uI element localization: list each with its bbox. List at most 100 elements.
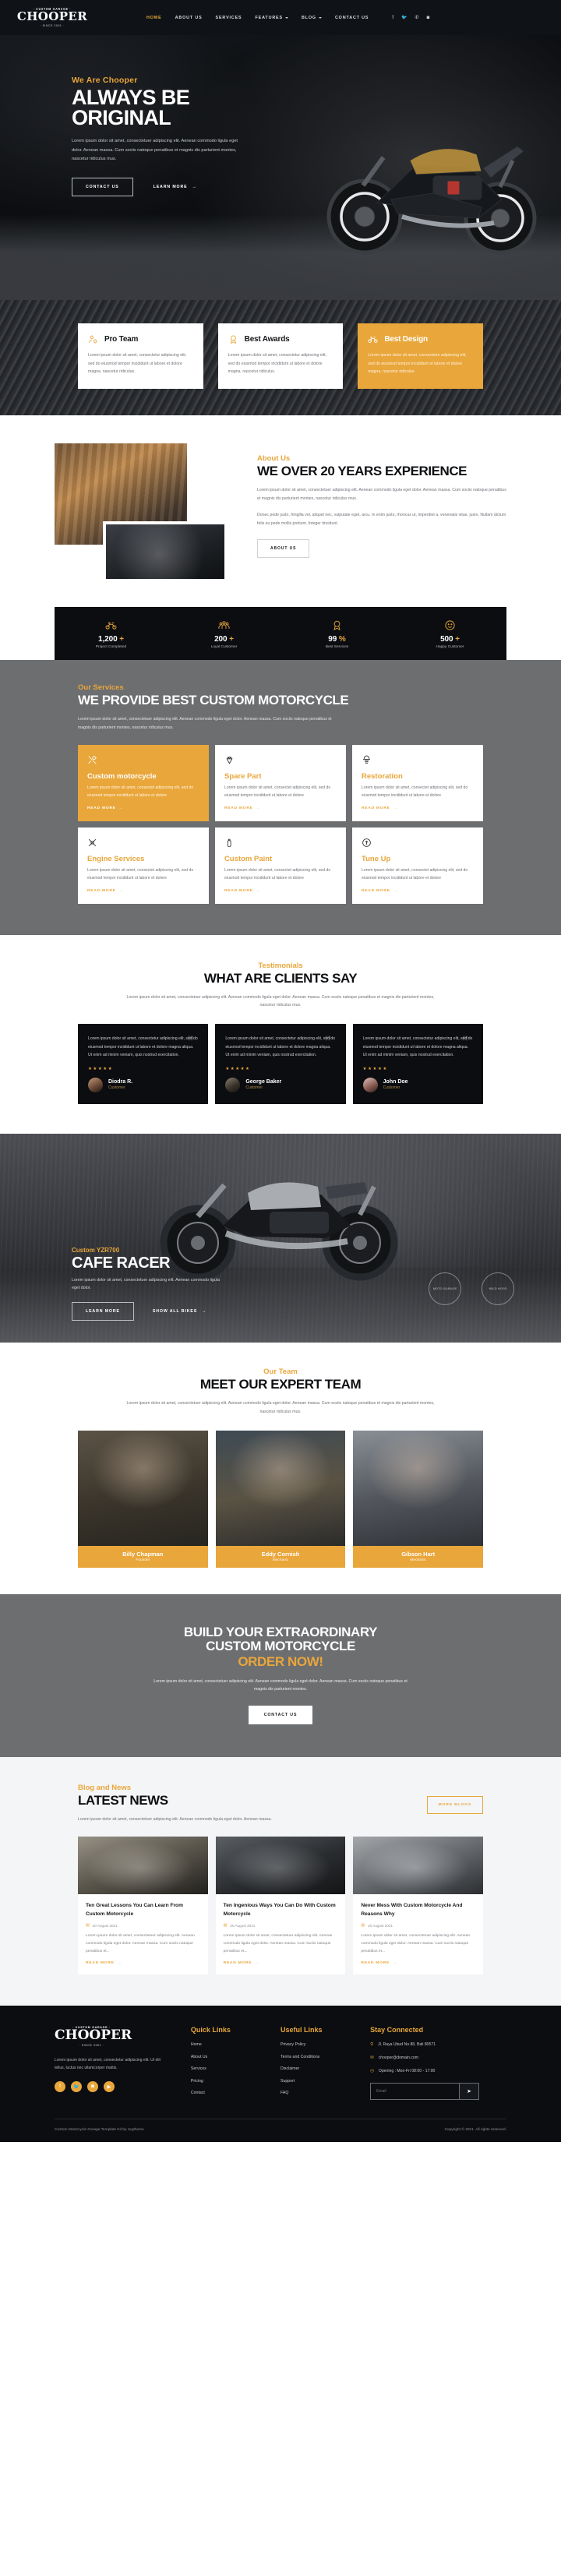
service-card-engine-services[interactable]: Engine Services Lorem ipsum dolor sit am… (78, 827, 209, 904)
service-text: Lorem ipsum dolor sit amet, consectet ad… (362, 785, 468, 798)
about-section: About Us WE OVER 20 YEARS EXPERIENCE Lor… (0, 415, 561, 607)
footer-link-privacy-policy[interactable]: Privacy Policy (280, 2042, 370, 2047)
calendar-icon: ▤ (86, 1923, 90, 1928)
cta-contact-us-button[interactable]: CONTACT US (248, 1705, 313, 1724)
blog-read-more-link[interactable]: READ MORE → (86, 1961, 200, 1965)
team-member-role: Mechanic (272, 1558, 289, 1562)
nav-item-contact-us[interactable]: CONTACT US (335, 16, 369, 20)
blog-post-title: Never Mess With Custom Motorcycle And Re… (361, 1902, 463, 1917)
hero-description: Lorem ipsum dolor sit amet, consectetuer… (72, 139, 238, 162)
nav-item-home[interactable]: HOME (146, 16, 162, 20)
footer-logo[interactable]: · CUSTOM GARAGE · CHOOPER · SINCE 2001 · (55, 2026, 132, 2047)
racer-learn-more-button[interactable]: LEARN MORE (72, 1301, 134, 1321)
twitter-icon[interactable]: 🐦 (401, 16, 407, 20)
footer-link-home[interactable]: Home (191, 2042, 280, 2047)
cta-headline-1: BUILD YOUR EXTRAORDINARY (183, 1624, 378, 1639)
footer-link-contact[interactable]: Contact (191, 2091, 280, 2095)
facebook-icon[interactable]: f (55, 2080, 65, 2092)
service-read-more-link[interactable]: READ MORE → (87, 806, 199, 810)
cta-headline-3: ORDER NOW! (238, 1653, 323, 1669)
hero-contact-us-button[interactable]: CONTACT US (72, 177, 133, 196)
hero-kicker: We Are Chooper (72, 76, 138, 85)
blog-title: LATEST NEWS (78, 1792, 168, 1808)
blog-post-card[interactable]: Ten Ingenious Ways You Can Do With Custo… (215, 1836, 346, 1975)
feature-card-best-awards[interactable]: Best Awards Lorem ipsum dolor sit amet, … (217, 323, 344, 389)
blog-read-more-link[interactable]: READ MORE → (361, 1961, 475, 1965)
nav-item-about-us[interactable]: ABOUT US (175, 16, 203, 20)
racer-show-all-bikes-link[interactable]: SHOW ALL BIKES → (153, 1309, 206, 1314)
read-more-label: READ MORE (223, 1961, 252, 1966)
footer-link-services[interactable]: Services (191, 2066, 280, 2071)
team-member-card[interactable]: Billy Chapman Founder (78, 1430, 208, 1568)
whatsapp-icon[interactable]: ✆ (415, 16, 419, 20)
team-member-card[interactable]: Gibson Hart Mechanic (353, 1430, 484, 1568)
blog-header: Blog and News LATEST NEWS Lorem ipsum do… (78, 1784, 483, 1824)
logo-tagline-bottom: · SINCE 2001 · (40, 23, 65, 27)
service-card-restoration[interactable]: Restoration Lorem ipsum dolor sit amet, … (352, 744, 483, 821)
hero-learn-more-link[interactable]: LEARN MORE → (153, 185, 197, 189)
service-read-more-link[interactable]: READ MORE → (362, 806, 474, 810)
stats-wrapper: 1,200 + Project Completed 200 + Loyal Cu… (0, 606, 561, 660)
arrow-right-icon: → (256, 888, 261, 893)
read-more-label: READ MORE (224, 806, 253, 810)
service-card-custom-paint[interactable]: Custom Paint Lorem ipsum dolor sit amet,… (215, 827, 346, 904)
youtube-icon[interactable]: ▶ (104, 2080, 115, 2092)
footer-link-disclaimer[interactable]: Disclaimer (280, 2066, 370, 2071)
facebook-icon[interactable]: f (392, 16, 393, 20)
blog-post-card[interactable]: Never Mess With Custom Motorcycle And Re… (353, 1836, 484, 1975)
instagram-icon[interactable]: ◙ (427, 16, 430, 20)
feature-card-best-design[interactable]: Best Design Lorem ipsum dolor sit amet, … (358, 323, 484, 389)
service-read-more-link[interactable]: READ MORE → (224, 889, 337, 893)
site-logo[interactable]: · CUSTOM GARAGE · CHOOPER · SINCE 2001 · (17, 8, 87, 27)
footer-link-pricing[interactable]: Pricing (191, 2079, 280, 2084)
blog-post-meta: ▤ 20 August 2021 (224, 1923, 338, 1928)
footer-useful-links-column: Useful Links Privacy Policy Terms and Co… (280, 2026, 370, 2103)
stat-project-completed: 1,200 + Project Completed (55, 619, 168, 649)
rating-stars: ★★★★★ (362, 1066, 388, 1071)
service-read-more-link[interactable]: READ MORE → (362, 889, 474, 893)
footer-email[interactable]: ✉ chooper@domain.com (370, 2056, 506, 2061)
nav-label: CONTACT US (334, 15, 369, 20)
hero-title-line-1: ALWAYS BE (72, 86, 190, 109)
testimonial-text: Lorem ipsum dolor sit amet, consectetur … (362, 1036, 473, 1058)
about-us-button[interactable]: ABOUT US (257, 538, 310, 558)
blog-read-more-link[interactable]: READ MORE → (224, 1961, 338, 1965)
twitter-icon[interactable]: 🐦 (71, 2080, 82, 2092)
motorcycle-icon (368, 337, 378, 343)
cafe-racer-section: Custom YZR700 CAFE RACER Lorem ipsum dol… (0, 1133, 561, 1343)
team-member-card[interactable]: Eddy Cornish Mechanic (215, 1430, 346, 1568)
rating-stars: ★★★★★ (88, 1066, 114, 1071)
racer-title: CAFE RACER (72, 1254, 171, 1272)
service-card-tune-up[interactable]: Tune Up Lorem ipsum dolor sit amet, cons… (352, 827, 483, 904)
service-read-more-link[interactable]: READ MORE → (224, 806, 337, 810)
more-blogs-button[interactable]: MORE BLOGS (426, 1795, 483, 1814)
blog-post-meta: ▤ 20 August 2021 (86, 1923, 200, 1928)
service-read-more-link[interactable]: READ MORE → (87, 889, 199, 893)
footer-link-about-us[interactable]: About Us (191, 2055, 280, 2059)
motorcycle-icon (105, 622, 117, 630)
feature-card-pro-team[interactable]: Pro Team Lorem ipsum dolor sit amet, con… (78, 323, 203, 389)
newsletter-email-input[interactable] (370, 2082, 460, 2100)
footer-link-faq[interactable]: FAQ (280, 2091, 370, 2095)
team-title: MEET OUR EXPERT TEAM (199, 1376, 362, 1392)
blog-post-image (215, 1836, 346, 1894)
blog-post-card[interactable]: Ten Great Lessons You Can Learn From Cus… (78, 1836, 208, 1975)
footer-link-support[interactable]: Support (280, 2079, 370, 2084)
newsletter-submit-button[interactable]: ➤ (459, 2082, 480, 2100)
service-title: Engine Services (87, 854, 145, 863)
stat-value: 1,200 + (55, 635, 168, 644)
footer-column-heading: Stay Connected (370, 2026, 424, 2034)
location-pin-icon: ⚲ (370, 2042, 374, 2048)
tools-icon (88, 755, 97, 764)
service-card-custom-motorcycle[interactable]: Custom motorcycle Lorem ipsum dolor sit … (78, 744, 209, 821)
footer-link-terms-and-conditions[interactable]: Terms and Conditions (280, 2055, 370, 2059)
service-card-spare-part[interactable]: Spare Part Lorem ipsum dolor sit amet, c… (215, 744, 346, 821)
nav-item-services[interactable]: SERVICES (216, 16, 242, 20)
stat-number: 200 (214, 634, 228, 644)
team-eyebrow: Our Team (263, 1367, 298, 1376)
nav-item-features[interactable]: FEATURES (256, 16, 288, 20)
piston-icon (88, 838, 97, 846)
nav-item-blog[interactable]: BLOG (302, 16, 322, 20)
instagram-icon[interactable]: ◙ (87, 2080, 98, 2092)
blog-description: Lorem ipsum dolor sit amet, consectetuer… (78, 1816, 272, 1822)
